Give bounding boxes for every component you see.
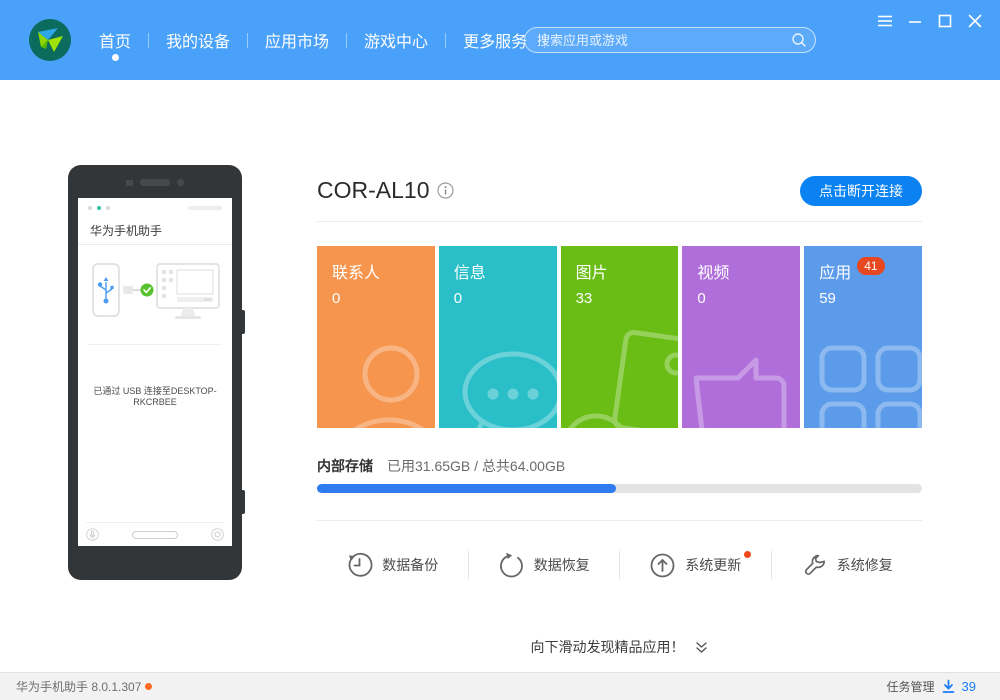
action-data-restore[interactable]: 数据恢复: [469, 552, 620, 579]
minimize-icon[interactable]: [902, 10, 928, 32]
chat-bubble-icon: [448, 344, 557, 428]
nav-home-label: 首页: [99, 34, 131, 51]
action-label: 系统更新: [685, 555, 741, 575]
phone-statusbar: [88, 205, 222, 211]
tile-videos[interactable]: 视频 0: [682, 246, 800, 428]
download-icon: [941, 679, 956, 694]
tile-count: 0: [697, 290, 800, 307]
download-count: 39: [962, 679, 976, 694]
tile-label: 视频: [697, 259, 729, 283]
nav-item-game-center[interactable]: 游戏中心: [347, 28, 445, 52]
promo-text: 向下滑动发现精品应用！: [531, 637, 685, 657]
version-update-dot: [145, 683, 152, 690]
tile-pictures[interactable]: 图片 33: [561, 246, 679, 428]
tile-count: 33: [576, 290, 679, 307]
connection-check-icon: [141, 284, 154, 297]
discover-apps-hint[interactable]: 向下滑动发现精品应用！: [317, 637, 922, 657]
main-content: COR-AL10 点击断开连接 联系人 0 信息 0: [317, 80, 922, 672]
close-icon[interactable]: [962, 10, 988, 32]
nav-item-my-devices[interactable]: 我的设备: [149, 28, 247, 52]
app-grid-icon: [810, 336, 922, 428]
tile-label: 图片: [576, 259, 608, 283]
category-tiles: 联系人 0 信息 0 图片 33 视频: [317, 246, 922, 428]
action-system-update[interactable]: 系统更新: [620, 552, 771, 579]
action-label: 数据恢复: [534, 555, 590, 575]
nav-item-app-market[interactable]: 应用市场: [248, 28, 346, 52]
connection-status-text: 已通过 USB 连接至DESKTOP-RKCRBEE: [82, 384, 228, 407]
maximize-icon[interactable]: [932, 10, 958, 32]
action-system-repair[interactable]: 系统修复: [772, 552, 923, 579]
video-camera-icon: [686, 338, 800, 428]
phone-app-title: 华为手机助手: [90, 222, 162, 239]
action-data-backup[interactable]: 数据备份: [317, 552, 468, 579]
app-header: 首页 我的设备 应用市场 游戏中心 更多服务: [0, 0, 1000, 80]
person-icon: [319, 336, 435, 428]
photo-icon: [568, 328, 678, 428]
task-manager-button[interactable]: 任务管理 39: [887, 678, 976, 695]
phone-nav-bar: [86, 522, 224, 546]
tile-count: 59: [819, 290, 922, 307]
storage-info: 内部存储 已用31.65GB / 总共64.00GB: [317, 456, 565, 476]
tile-messages[interactable]: 信息 0: [439, 246, 557, 428]
backup-clock-icon: [346, 552, 373, 579]
search-box[interactable]: [524, 27, 816, 53]
disconnect-button[interactable]: 点击断开连接: [800, 176, 922, 206]
device-name: COR-AL10: [317, 177, 429, 204]
storage-usage: 已用31.65GB / 总共64.00GB: [387, 456, 565, 476]
circle-button-icon: [211, 528, 224, 541]
phone-side-button: [242, 310, 245, 334]
divider: [78, 244, 232, 245]
hisuite-logo-icon: [29, 19, 71, 61]
nav-item-home[interactable]: 首页: [82, 28, 148, 52]
active-nav-indicator: [112, 54, 119, 61]
tile-count: 0: [454, 290, 557, 307]
tile-label: 信息: [454, 259, 486, 283]
phone-side-button: [242, 490, 245, 514]
restore-arrow-icon: [498, 552, 525, 579]
mic-icon: [86, 528, 99, 541]
info-icon[interactable]: [437, 182, 454, 199]
tile-contacts[interactable]: 联系人 0: [317, 246, 435, 428]
usb-connection-illustration: [85, 256, 225, 326]
menu-icon[interactable]: [872, 10, 898, 32]
search-input[interactable]: [537, 33, 791, 48]
tile-label: 应用: [819, 259, 851, 283]
main-nav: 首页 我的设备 应用市场 游戏中心 更多服务: [82, 0, 545, 80]
task-manager-label: 任务管理: [887, 678, 935, 695]
search-icon[interactable]: [791, 32, 807, 48]
storage-label: 内部存储: [317, 456, 373, 476]
storage-progress-track: [317, 484, 922, 493]
wrench-icon: [801, 552, 828, 579]
window-controls: [868, 10, 988, 32]
quick-actions: 数据备份 数据恢复 系统更新 系: [317, 521, 922, 609]
app-version: 华为手机助手 8.0.1.307: [16, 678, 141, 695]
divider: [88, 344, 222, 345]
tile-apps[interactable]: 应用 41 59: [804, 246, 922, 428]
action-label: 数据备份: [382, 555, 438, 575]
update-count-badge: 41: [857, 257, 884, 275]
status-bar: 华为手机助手 8.0.1.307 任务管理 39: [0, 672, 1000, 700]
update-notification-dot: [744, 551, 751, 558]
tile-count: 0: [332, 290, 435, 307]
update-arrow-icon: [649, 552, 676, 579]
device-header: COR-AL10 点击断开连接: [317, 160, 922, 222]
phone-screen: 华为手机助手: [78, 198, 232, 546]
storage-progress-fill: [317, 484, 616, 493]
connected-phone-preview: 华为手机助手: [68, 165, 242, 580]
app-logo[interactable]: [29, 19, 71, 61]
computer-icon: [157, 264, 219, 319]
phone-earpiece: [68, 179, 242, 186]
tile-label: 联系人: [332, 259, 380, 283]
action-label: 系统修复: [837, 555, 893, 575]
chevron-double-down-icon: [694, 640, 709, 655]
home-indicator: [132, 531, 178, 539]
